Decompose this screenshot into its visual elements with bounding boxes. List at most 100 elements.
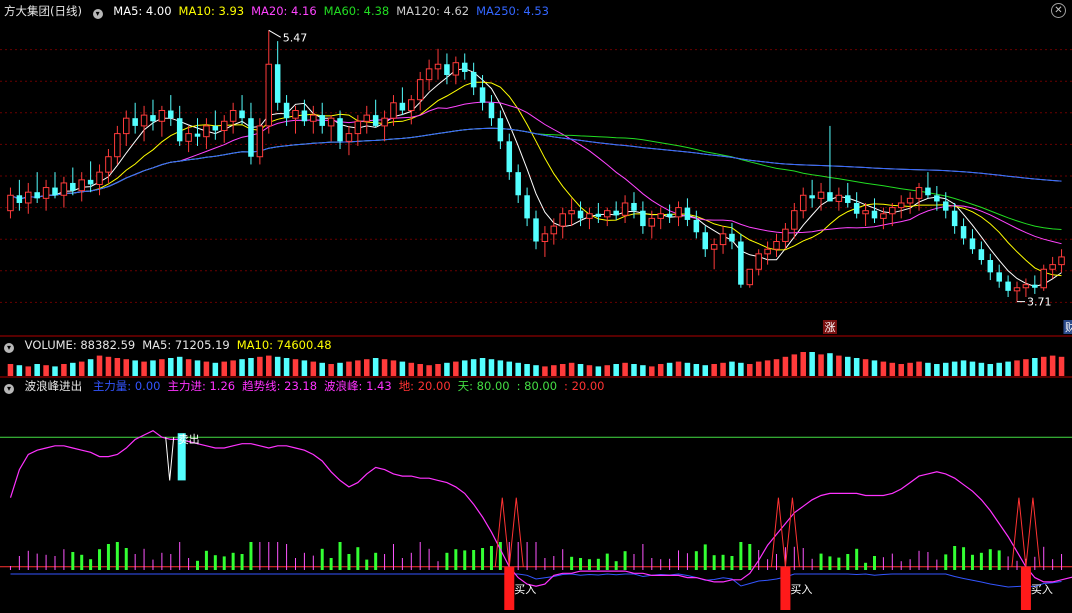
candle-body: [1013, 287, 1021, 292]
volume-bar: [631, 364, 637, 376]
candle-body: [942, 201, 949, 211]
collapse-icon[interactable]: ▾: [4, 343, 14, 353]
volume-bar: [141, 361, 147, 376]
candle-body: [122, 117, 130, 135]
volume-bar: [150, 360, 156, 376]
event-tag-label: 财: [1065, 320, 1072, 334]
volume-bar: [604, 365, 611, 376]
candle-body: [827, 192, 833, 202]
volume-bar: [916, 361, 922, 376]
ma-legend-item-3: MA60: 4.38: [323, 4, 390, 18]
volume-bar: [738, 362, 744, 376]
candle-body: [675, 207, 682, 218]
close-icon[interactable]: ✕: [1051, 3, 1066, 18]
ma250-line: [10, 127, 1062, 200]
volume-bar: [862, 359, 869, 376]
candle-body: [657, 213, 664, 219]
candle-body: [345, 133, 353, 142]
volume-bar: [266, 355, 272, 376]
candle-body: [987, 260, 994, 273]
high-price-label: 5.47: [283, 31, 308, 44]
candle-body: [1049, 264, 1056, 270]
candle-body: [239, 110, 245, 119]
volume-bar: [78, 361, 85, 376]
volume-bar: [773, 359, 780, 376]
candle-body: [969, 238, 976, 250]
candle-body: [738, 241, 744, 285]
indicator-legend-item-5: 天: 80.00: [457, 379, 510, 393]
trend-curve: [9, 430, 1072, 587]
volume-bar: [640, 365, 646, 376]
volume-bar: [399, 361, 406, 376]
volume-bar: [444, 362, 450, 376]
volume-bar: [176, 356, 183, 376]
high-marker-line: [268, 29, 282, 38]
indicator-legend-item-2: 趋势线: 23.18: [242, 379, 318, 393]
candle-body: [640, 210, 646, 227]
candle-body: [853, 202, 860, 214]
stock-title: 方大集团(日线): [4, 4, 82, 18]
candle-body: [194, 133, 201, 137]
volume-bar: [61, 364, 67, 376]
collapse-icon[interactable]: ▾: [4, 384, 14, 394]
volume-bar: [346, 361, 352, 376]
volume-bar: [25, 366, 32, 376]
candle-body: [16, 195, 23, 203]
candle-body: [114, 133, 121, 158]
volume-bar: [515, 362, 521, 376]
candle-body: [524, 195, 530, 219]
volume-bar: [159, 359, 165, 376]
volume-bar: [461, 360, 468, 376]
candle-body: [871, 210, 878, 219]
volume-bar: [747, 364, 753, 376]
volume-bar: [43, 365, 49, 376]
volume-bar: [577, 364, 584, 376]
volume-bar: [96, 355, 103, 376]
candle-body: [381, 117, 388, 127]
candle-body: [782, 228, 789, 243]
candle-body: [470, 71, 477, 88]
volume-bar: [257, 356, 263, 376]
candle-body: [621, 202, 629, 216]
indicator-legend-item-0: 主力量: 0.00: [92, 379, 161, 393]
candle-body: [337, 118, 343, 142]
stock-chart[interactable]: 5.473.71涨财增卖出买入买入买入: [0, 0, 1072, 613]
volume-bar: [470, 359, 477, 376]
volume-bar: [70, 362, 76, 376]
volume-bar: [675, 361, 682, 376]
candle-body: [915, 187, 923, 199]
volume-bar: [613, 364, 619, 376]
candle-body: [693, 219, 700, 233]
candle-body: [452, 62, 460, 76]
candle-body: [595, 213, 602, 217]
ma-legend-item-1: MA10: 3.93: [178, 4, 245, 18]
candle-body: [666, 213, 673, 217]
candle-body: [934, 195, 940, 202]
volume-bar: [497, 360, 504, 376]
volume-legend: VOLUME: 88382.59 MA5: 71205.19 MA10: 74600…: [25, 338, 339, 352]
collapse-icon[interactable]: ▾: [92, 9, 103, 19]
candle-body: [96, 171, 103, 185]
volume-bar: [942, 362, 949, 376]
ma-legend-item-0: MA5: 4.00: [113, 4, 172, 18]
candle-body: [648, 217, 656, 227]
volume-bar: [951, 361, 958, 376]
candle-body: [354, 120, 362, 135]
buy-signal-label: 买入: [514, 583, 536, 596]
volume-bar: [221, 361, 227, 376]
wave-peak: [1011, 497, 1041, 567]
candle-body: [408, 99, 415, 111]
volume-bar: [684, 362, 691, 376]
volume-bar: [230, 360, 236, 376]
volume-bar: [105, 356, 112, 376]
volume-bar: [720, 362, 726, 376]
candle-body: [461, 62, 468, 72]
volume-bar: [907, 362, 913, 376]
candle-body: [845, 195, 851, 203]
volume-bar: [818, 354, 824, 376]
indicator-header: ▾ 波浪峰进出 主力量: 0.00 主力进: 1.26 趋势线: 23.18 波浪峰:…: [4, 378, 619, 394]
volume-bar: [319, 362, 325, 376]
volume-bar: [551, 365, 557, 376]
buy-signal-label: 买入: [1031, 583, 1053, 596]
candle-body: [951, 210, 958, 227]
